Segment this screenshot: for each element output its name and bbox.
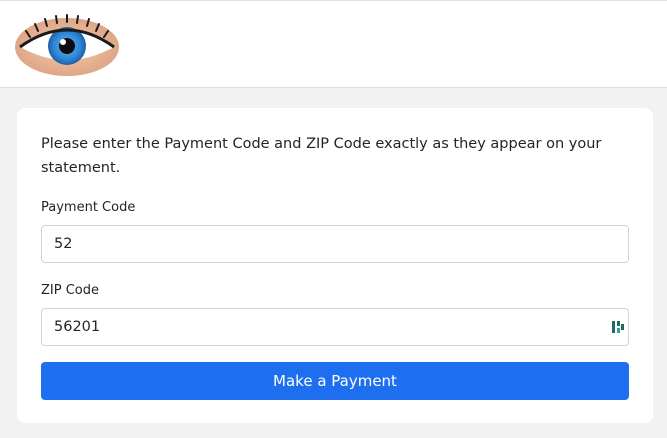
payment-code-input[interactable] [41, 225, 629, 263]
intro-text: Please enter the Payment Code and ZIP Co… [41, 136, 602, 176]
payment-code-label: Payment Code [41, 200, 136, 215]
eye-icon [15, 14, 119, 76]
password-manager-icon[interactable] [611, 319, 625, 335]
zip-code-label: ZIP Code [41, 283, 99, 298]
make-payment-button[interactable]: Make a Payment [41, 362, 629, 400]
payment-form-card: Please enter the Payment Code and ZIP Co… [17, 108, 653, 423]
site-header [0, 0, 667, 88]
zip-code-input[interactable] [41, 308, 629, 346]
